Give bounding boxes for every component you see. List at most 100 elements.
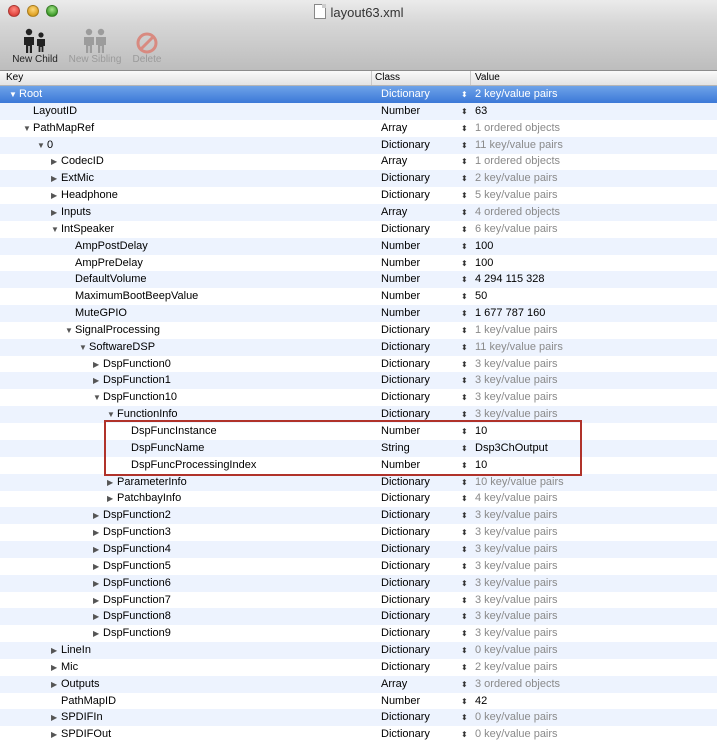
row-class-cell[interactable]: Dictionary [381, 137, 430, 154]
row-class-cell[interactable]: Number [381, 238, 420, 255]
row-value-cell[interactable]: 63 [475, 103, 487, 120]
class-popup-arrows-icon[interactable]: ⬍ [461, 608, 468, 625]
row-key-cell[interactable]: MaximumBootBeepValue [65, 288, 198, 305]
delete-button[interactable]: Delete [128, 26, 166, 65]
disclosure-triangle-open-icon[interactable]: ▼ [9, 86, 19, 103]
outline-row[interactable]: ▶ Outputs Array ⬍ 3 ordered objects [0, 675, 717, 693]
row-value-cell[interactable]: 0 key/value pairs [475, 642, 558, 659]
row-value-cell[interactable]: 3 ordered objects [475, 676, 560, 693]
row-value-cell[interactable]: 10 key/value pairs [475, 474, 564, 491]
class-popup-arrows-icon[interactable]: ⬍ [461, 372, 468, 389]
row-value-cell[interactable]: 2 key/value pairs [475, 170, 558, 187]
row-value-cell[interactable]: 11 key/value pairs [475, 137, 563, 154]
row-key-cell[interactable]: ▶ SPDIFIn [51, 709, 103, 726]
value-column-header[interactable]: Value [475, 72, 500, 83]
row-class-cell[interactable]: Dictionary [381, 608, 430, 625]
row-key-cell[interactable]: ▶ Headphone [51, 187, 118, 204]
outline-row[interactable]: AmpPreDelay Number ⬍ 100 [0, 255, 717, 272]
row-class-cell[interactable]: Dictionary [381, 86, 430, 103]
class-popup-arrows-icon[interactable]: ⬍ [461, 524, 468, 541]
outline-row[interactable]: LayoutID Number ⬍ 63 [0, 102, 717, 120]
row-key-cell[interactable]: ▶ DspFunction6 [93, 575, 171, 592]
row-value-cell[interactable]: 3 key/value pairs [475, 507, 558, 524]
row-class-cell[interactable]: Dictionary [381, 389, 430, 406]
row-class-cell[interactable]: Dictionary [381, 490, 430, 507]
row-key-cell[interactable]: AmpPreDelay [65, 255, 143, 272]
class-popup-arrows-icon[interactable]: ⬍ [461, 625, 468, 642]
row-value-cell[interactable]: 3 key/value pairs [475, 625, 558, 642]
outline-row[interactable]: DspFuncInstance Number ⬍ 10 [0, 423, 717, 440]
row-value-cell[interactable]: 50 [475, 288, 487, 305]
outline-row[interactable]: DspFuncName String ⬍ Dsp3ChOutput [0, 439, 717, 457]
row-class-cell[interactable]: Number [381, 693, 420, 710]
row-key-cell[interactable]: ▶ ExtMic [51, 170, 94, 187]
disclosure-triangle-closed-icon[interactable]: ▶ [107, 490, 117, 507]
row-key-cell[interactable]: DspFuncInstance [121, 423, 217, 440]
outline-row[interactable]: ▶ PatchbayInfo Dictionary ⬍ 4 key/value pair… [0, 490, 717, 507]
row-key-cell[interactable]: ▶ DspFunction9 [93, 625, 171, 642]
disclosure-triangle-closed-icon[interactable]: ▶ [51, 153, 61, 170]
disclosure-triangle-closed-icon[interactable]: ▶ [93, 608, 103, 625]
row-class-cell[interactable]: Dictionary [381, 507, 430, 524]
row-value-cell[interactable]: 3 key/value pairs [475, 406, 558, 423]
row-class-cell[interactable]: Dictionary [381, 524, 430, 541]
column-divider[interactable] [371, 71, 372, 85]
row-class-cell[interactable]: Dictionary [381, 474, 430, 491]
row-value-cell[interactable]: 2 key/value pairs [475, 86, 558, 103]
class-popup-arrows-icon[interactable]: ⬍ [461, 541, 468, 558]
row-class-cell[interactable]: Dictionary [381, 726, 430, 743]
outline-row[interactable]: MaximumBootBeepValue Number ⬍ 50 [0, 288, 717, 305]
class-popup-arrows-icon[interactable]: ⬍ [461, 558, 468, 575]
row-value-cell[interactable]: 3 key/value pairs [475, 558, 558, 575]
disclosure-triangle-closed-icon[interactable]: ▶ [51, 726, 61, 743]
class-popup-arrows-icon[interactable]: ⬍ [461, 305, 468, 322]
row-key-cell[interactable]: ▶ SPDIFOut [51, 726, 111, 743]
row-value-cell[interactable]: 10 [475, 457, 487, 474]
row-value-cell[interactable]: 3 key/value pairs [475, 541, 558, 558]
class-popup-arrows-icon[interactable]: ⬍ [461, 592, 468, 609]
disclosure-triangle-closed-icon[interactable]: ▶ [51, 659, 61, 676]
row-key-cell[interactable]: ▶ DspFunction3 [93, 524, 171, 541]
row-key-cell[interactable]: LayoutID [23, 103, 77, 120]
row-key-cell[interactable]: DefaultVolume [65, 271, 147, 288]
row-value-cell[interactable]: 3 key/value pairs [475, 372, 558, 389]
row-value-cell[interactable]: 3 key/value pairs [475, 592, 558, 609]
row-key-cell[interactable]: ▶ DspFunction0 [93, 356, 171, 373]
disclosure-triangle-closed-icon[interactable]: ▶ [51, 204, 61, 221]
row-key-cell[interactable]: ▼ SignalProcessing [65, 322, 160, 339]
row-class-cell[interactable]: Number [381, 271, 420, 288]
disclosure-triangle-closed-icon[interactable]: ▶ [107, 474, 117, 491]
outline-row[interactable]: ▶ DspFunction1 Dictionary ⬍ 3 key/value pair… [0, 372, 717, 390]
class-popup-arrows-icon[interactable]: ⬍ [461, 507, 468, 524]
row-value-cell[interactable]: 4 ordered objects [475, 204, 560, 221]
outline-row[interactable]: ▶ DspFunction2 Dictionary ⬍ 3 key/value pair… [0, 507, 717, 525]
outline-row[interactable]: DspFuncProcessingIndex Number ⬍ 10 [0, 457, 717, 474]
row-value-cell[interactable]: 100 [475, 255, 493, 272]
row-value-cell[interactable]: 42 [475, 693, 487, 710]
class-popup-arrows-icon[interactable]: ⬍ [461, 204, 468, 221]
row-class-cell[interactable]: Array [381, 120, 407, 137]
class-popup-arrows-icon[interactable]: ⬍ [461, 120, 468, 137]
outline-row[interactable]: ▶ Headphone Dictionary ⬍ 5 key/value pairs [0, 187, 717, 204]
row-class-cell[interactable]: Dictionary [381, 625, 430, 642]
row-value-cell[interactable]: 1 key/value pairs [475, 322, 558, 339]
class-column-header[interactable]: Class [375, 72, 400, 83]
row-key-cell[interactable]: AmpPostDelay [65, 238, 148, 255]
disclosure-triangle-open-icon[interactable]: ▼ [23, 120, 33, 137]
class-popup-arrows-icon[interactable]: ⬍ [461, 187, 468, 204]
row-value-cell[interactable]: 11 key/value pairs [475, 339, 563, 356]
disclosure-triangle-closed-icon[interactable]: ▶ [93, 575, 103, 592]
row-key-cell[interactable]: ▶ DspFunction8 [93, 608, 171, 625]
class-popup-arrows-icon[interactable]: ⬍ [461, 322, 468, 339]
outline-row[interactable]: ▶ DspFunction4 Dictionary ⬍ 3 key/value pair… [0, 540, 717, 558]
disclosure-triangle-closed-icon[interactable]: ▶ [51, 170, 61, 187]
row-class-cell[interactable]: Dictionary [381, 575, 430, 592]
row-class-cell[interactable]: Dictionary [381, 170, 430, 187]
outline-row[interactable]: ▼ FunctionInfo Dictionary ⬍ 3 key/value pair… [0, 406, 717, 424]
row-class-cell[interactable]: Dictionary [381, 221, 430, 238]
class-popup-arrows-icon[interactable]: ⬍ [461, 389, 468, 406]
disclosure-triangle-closed-icon[interactable]: ▶ [93, 372, 103, 389]
row-value-cell[interactable]: 1 ordered objects [475, 153, 560, 170]
disclosure-triangle-closed-icon[interactable]: ▶ [51, 709, 61, 726]
row-class-cell[interactable]: Dictionary [381, 372, 430, 389]
